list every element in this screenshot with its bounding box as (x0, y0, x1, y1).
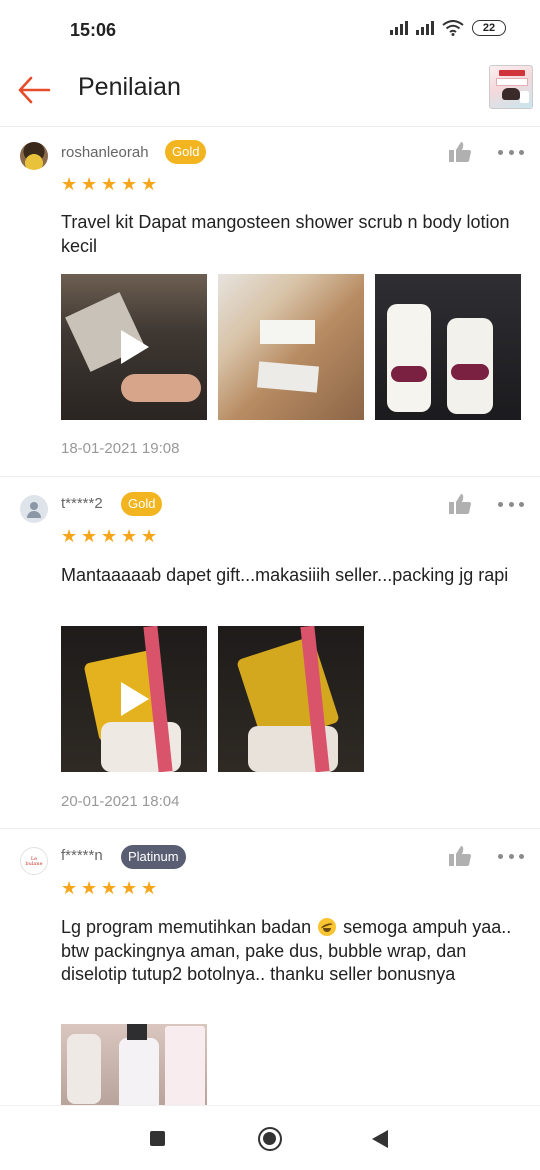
play-icon (121, 330, 149, 364)
home-icon[interactable] (258, 1127, 282, 1151)
divider (0, 476, 540, 477)
battery-indicator: 22 (472, 20, 506, 36)
rating-stars: ★ ★ ★ ★ ★ (61, 174, 158, 194)
rating-stars: ★ ★ ★ ★ ★ (61, 878, 158, 898)
recents-icon[interactable] (150, 1131, 165, 1146)
review-photo[interactable] (218, 626, 364, 772)
more-options-icon[interactable] (498, 500, 524, 508)
status-icons: 22 (390, 20, 506, 36)
star-icon: ★ (141, 174, 158, 194)
divider (0, 828, 540, 829)
thumbs-up-icon[interactable] (448, 493, 472, 515)
status-time: 15:06 (70, 20, 117, 40)
star-icon: ★ (101, 174, 118, 194)
reviewer-name: f*****n (61, 847, 103, 864)
thumbs-up-icon[interactable] (448, 141, 472, 163)
more-options-icon[interactable] (498, 148, 524, 156)
review-photo[interactable] (218, 274, 364, 420)
avatar[interactable] (20, 495, 48, 523)
wifi-icon (442, 20, 464, 36)
signal-icon (416, 21, 434, 35)
review-video[interactable] (61, 274, 207, 420)
divider (0, 126, 540, 127)
avatar[interactable] (20, 142, 48, 170)
play-icon (121, 682, 149, 716)
reviewer-name: roshanleorah (61, 144, 149, 161)
review-date: 18-01-2021 19:08 (61, 440, 180, 457)
page-title: Penilaian (78, 73, 181, 101)
review-media (61, 274, 521, 420)
signal-icon (390, 21, 408, 35)
star-icon: ★ (61, 526, 78, 546)
review-date: 20-01-2021 18:04 (61, 793, 180, 810)
star-icon: ★ (121, 526, 138, 546)
back-button[interactable] (14, 72, 54, 108)
review-text: Lg program memutihkan badan semoga ampuh… (61, 916, 526, 987)
more-options-icon[interactable] (498, 852, 524, 860)
app-bar: Penilaian (0, 60, 540, 120)
star-icon: ★ (141, 878, 158, 898)
tier-badge: Gold (121, 492, 163, 516)
review-photo[interactable] (375, 274, 521, 420)
rating-stars: ★ ★ ★ ★ ★ (61, 526, 158, 546)
review-text: Travel kit Dapat mangosteen shower scrub… (61, 212, 510, 256)
star-icon: ★ (81, 526, 98, 546)
arrow-left-icon (18, 76, 51, 104)
star-icon: ★ (81, 174, 98, 194)
star-icon: ★ (61, 878, 78, 898)
tier-badge: Platinum (121, 845, 186, 869)
system-nav-bar (0, 1105, 540, 1170)
star-icon: ★ (101, 878, 118, 898)
star-icon: ★ (61, 174, 78, 194)
laughing-emoji-icon (318, 918, 337, 936)
tier-badge: Gold (165, 140, 207, 164)
star-icon: ★ (101, 526, 118, 546)
thumbs-up-icon[interactable] (448, 845, 472, 867)
avatar[interactable]: Le bulane (20, 847, 48, 875)
star-icon: ★ (121, 174, 138, 194)
reviewer-name: t*****2 (61, 495, 103, 512)
product-thumbnail[interactable] (489, 65, 533, 109)
review-video[interactable] (61, 626, 207, 772)
review-photo[interactable] (61, 1024, 207, 1105)
review-media (61, 1024, 207, 1105)
star-icon: ★ (121, 878, 138, 898)
review-text-part: Lg program memutihkan badan (61, 917, 312, 937)
star-icon: ★ (141, 526, 158, 546)
star-icon: ★ (81, 878, 98, 898)
back-triangle-icon[interactable] (372, 1130, 388, 1148)
status-bar: 15:06 22 (0, 0, 540, 60)
review-media (61, 626, 364, 772)
review-text: Mantaaaaab dapet gift...makasiiih seller… (61, 565, 509, 585)
